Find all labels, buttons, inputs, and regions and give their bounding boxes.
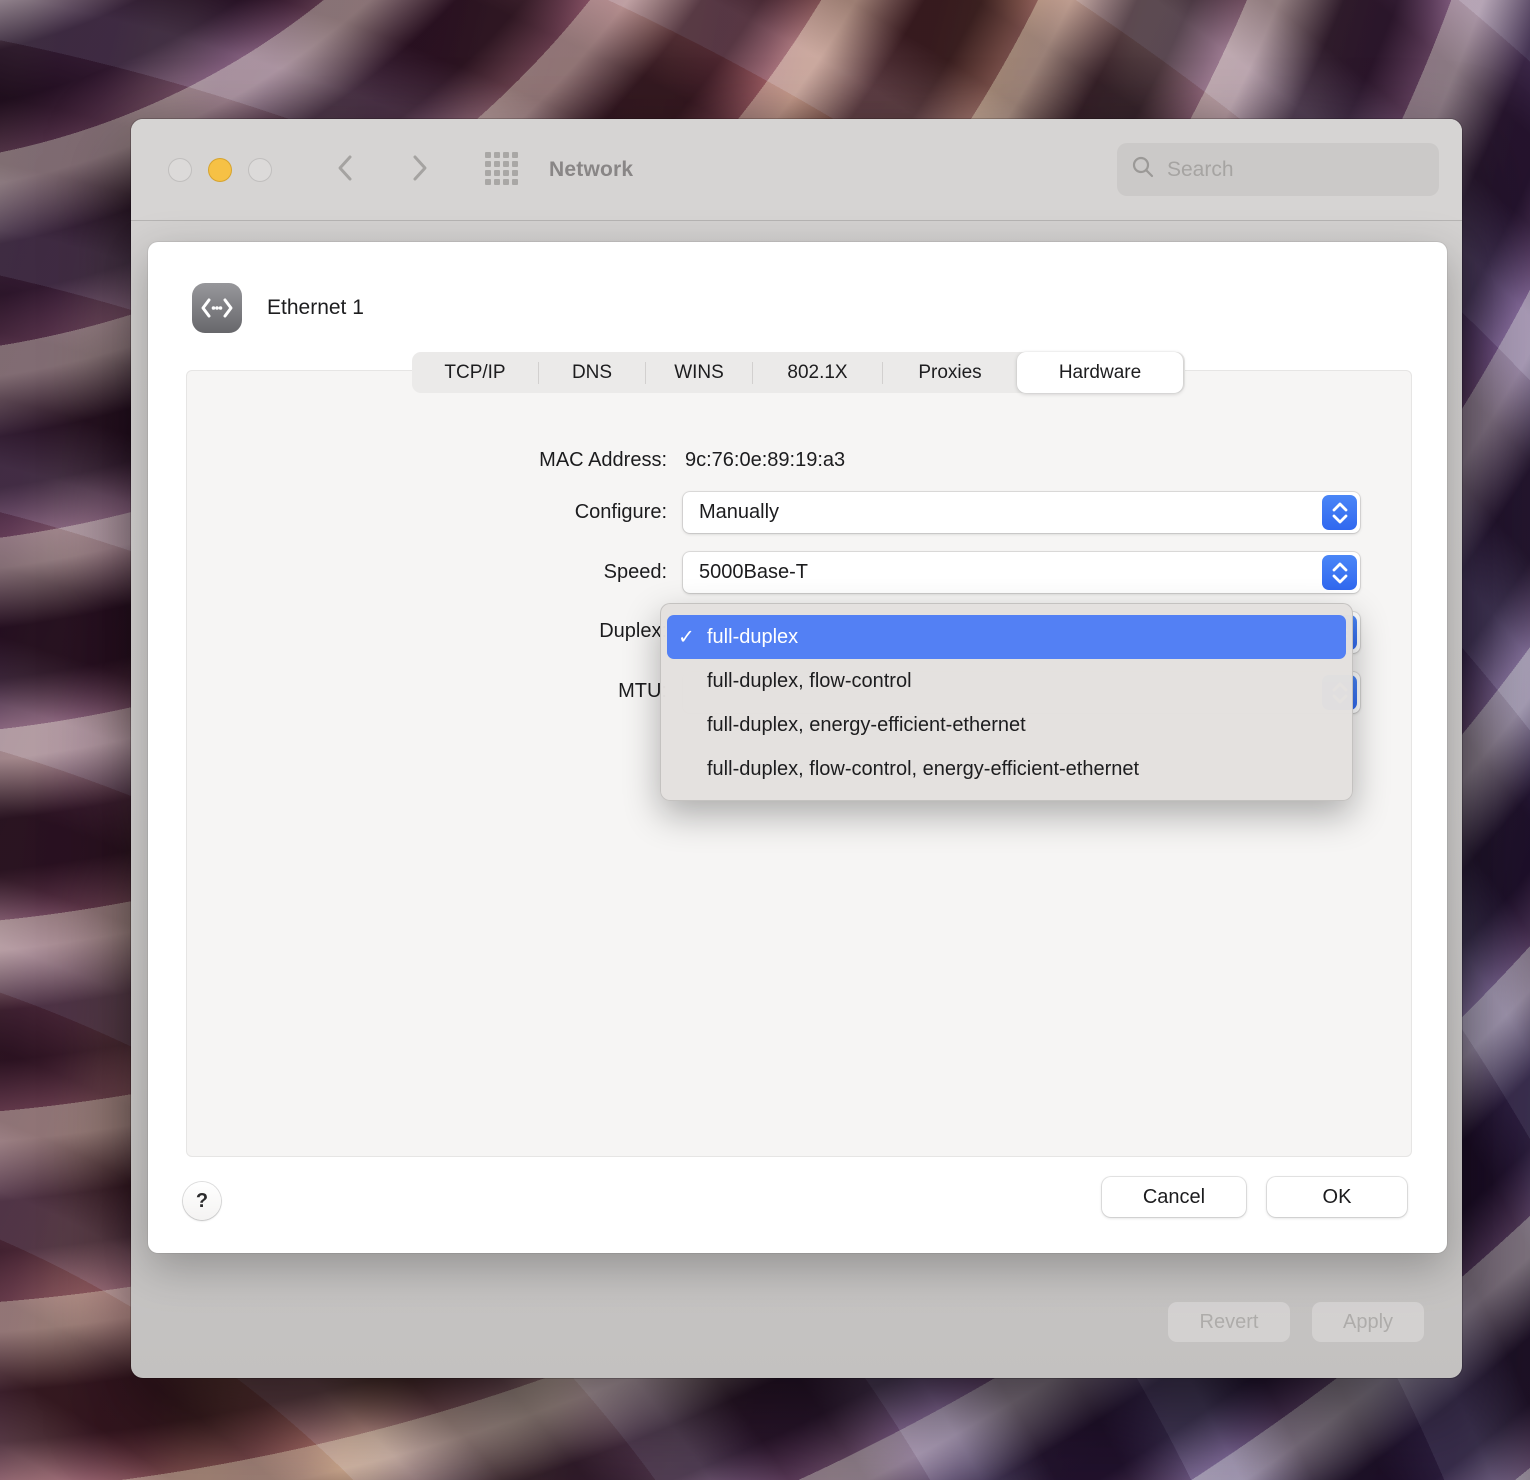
zoom-button[interactable] [248, 158, 272, 182]
chevron-left-icon [333, 152, 357, 189]
close-button[interactable] [168, 158, 192, 182]
window-title: Network [549, 157, 634, 181]
apply-button[interactable]: Apply [1312, 1302, 1424, 1342]
duplex-menu-item[interactable]: full-duplex, flow-control [667, 659, 1346, 703]
menu-item-label: full-duplex, energy-efficient-ethernet [707, 713, 1026, 736]
minimize-button[interactable] [208, 158, 232, 182]
menu-item-label: full-duplex, flow-control [707, 669, 912, 692]
back-button[interactable] [328, 153, 362, 187]
configure-popup-value: Manually [699, 501, 780, 523]
configure-label: Configure: [574, 501, 667, 523]
search-input[interactable] [1165, 156, 1440, 183]
tab-bar: TCP/IP DNS WINS 802.1X Proxies Hardware [412, 352, 1185, 393]
titlebar[interactable]: Network [131, 119, 1462, 221]
search-field[interactable] [1117, 143, 1440, 196]
traffic-lights [168, 158, 272, 182]
speed-label: Speed: [603, 561, 667, 583]
duplex-label: Duplex: [599, 620, 667, 642]
tab-proxies[interactable]: Proxies [883, 352, 1017, 393]
grid-icon [484, 151, 520, 192]
checkmark-icon: ✓ [678, 626, 695, 649]
tab-wins[interactable]: WINS [646, 352, 752, 393]
menu-item-label: full-duplex, flow-control, energy-effici… [707, 757, 1140, 780]
configure-popup[interactable]: Manually [683, 492, 1360, 533]
search-icon [1131, 155, 1155, 184]
chevron-right-icon [408, 152, 432, 189]
service-name: Ethernet 1 [267, 296, 364, 319]
tab-dns[interactable]: DNS [539, 352, 645, 393]
duplex-menu-item[interactable]: ✓ full-duplex [667, 615, 1346, 659]
mtu-label: MTU: [618, 680, 667, 702]
ethernet-icon [192, 283, 242, 333]
mac-address-value: 9c:76:0e:89:19:a3 [685, 449, 846, 471]
speed-popup-value: 5000Base-T [699, 561, 808, 583]
duplex-menu: ✓ full-duplex full-duplex, flow-control … [660, 603, 1353, 801]
mac-address-label: MAC Address: [539, 449, 667, 471]
speed-popup[interactable]: 5000Base-T [683, 552, 1360, 593]
tab-8021x[interactable]: 802.1X [753, 352, 882, 393]
tab-tcpip[interactable]: TCP/IP [412, 352, 538, 393]
ok-button[interactable]: OK [1267, 1177, 1407, 1217]
revert-button[interactable]: Revert [1168, 1302, 1290, 1342]
help-button[interactable]: ? [183, 1182, 221, 1220]
forward-button[interactable] [403, 153, 437, 187]
network-window: Network Ethernet 1 TCP/IP [131, 119, 1462, 1378]
tab-hardware[interactable]: Hardware [1017, 352, 1183, 393]
chevron-up-down-icon [1322, 555, 1357, 590]
cancel-button[interactable]: Cancel [1102, 1177, 1246, 1217]
menu-item-label: full-duplex [707, 625, 799, 648]
duplex-menu-item[interactable]: full-duplex, energy-efficient-ethernet [667, 703, 1346, 747]
chevron-up-down-icon [1322, 495, 1357, 530]
duplex-menu-item[interactable]: full-duplex, flow-control, energy-effici… [667, 747, 1346, 791]
hardware-sheet: Ethernet 1 TCP/IP DNS WINS 802.1X Proxie… [148, 242, 1447, 1253]
show-all-button[interactable] [483, 151, 521, 192]
